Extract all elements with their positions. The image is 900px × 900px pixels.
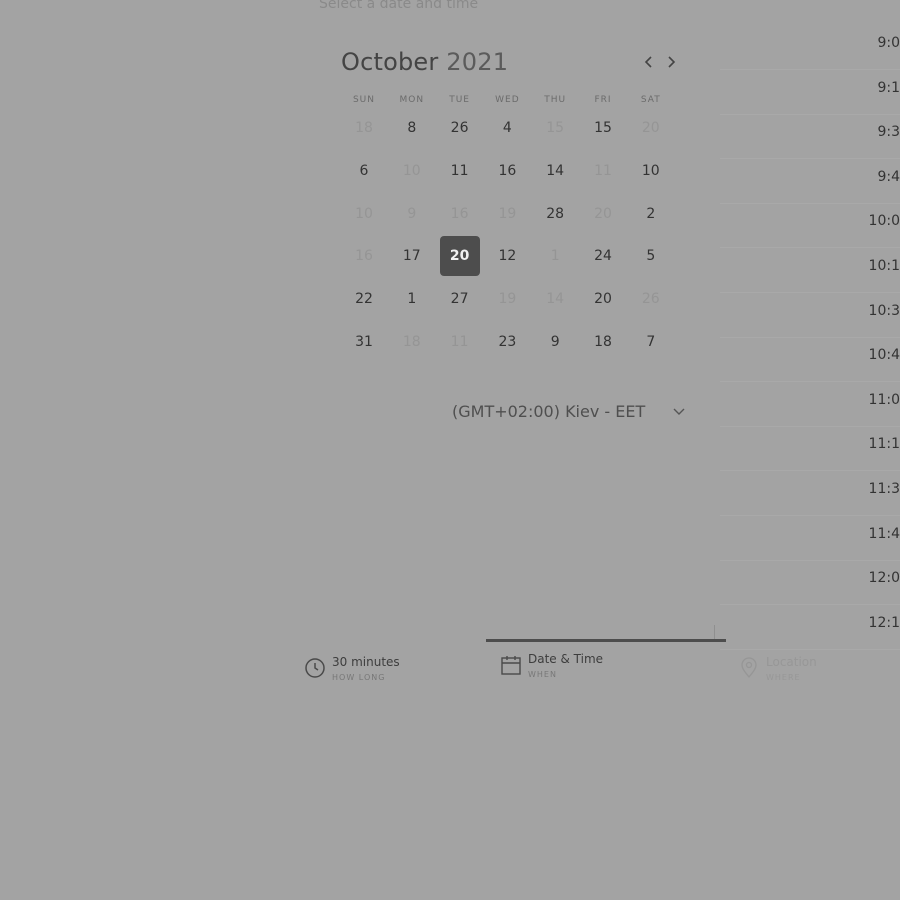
weekday-label: SUN	[352, 95, 376, 105]
day-cell: 20	[641, 120, 660, 136]
time-slot[interactable]: 11:3	[720, 471, 900, 516]
year-label: 2021	[446, 48, 509, 76]
day-cell[interactable]: 12	[487, 236, 527, 276]
time-slot-label: 12:0	[868, 570, 900, 587]
clock-icon	[305, 658, 325, 678]
weekday-label: FRI	[594, 95, 612, 105]
day-cell[interactable]: 23	[487, 322, 527, 362]
time-slot[interactable]: 10:0	[720, 203, 900, 249]
day-cell: 18	[402, 334, 421, 350]
day-cell: 16	[355, 248, 373, 265]
chevron-right-icon	[668, 56, 676, 68]
day-cell[interactable]: 16	[487, 151, 527, 191]
day-cell: 18	[355, 120, 373, 136]
time-slot[interactable]: 11:4	[720, 516, 900, 561]
time-slot[interactable]: 10:4	[720, 337, 900, 383]
time-slot-label: 9:4	[877, 168, 900, 185]
time-slot[interactable]: 9:3	[720, 114, 900, 160]
day-cell-selected[interactable]: 20	[439, 236, 480, 277]
time-slot[interactable]: 11:0	[720, 382, 900, 427]
step-duration-title: 30 minutes	[332, 655, 400, 669]
day-cell: 14	[546, 291, 565, 308]
weekday-label: TUE	[449, 95, 470, 105]
day-cell[interactable]: 2	[631, 194, 671, 234]
day-cell[interactable]: 7	[631, 322, 671, 362]
active-step-indicator	[486, 639, 726, 642]
step-location-sub: WHERE	[766, 673, 801, 682]
location-pin-icon	[741, 657, 757, 679]
day-cell[interactable]: 31	[344, 322, 384, 362]
day-cell[interactable]: 8	[392, 108, 432, 148]
day-cell[interactable]: 14	[535, 151, 575, 191]
weekday-label: THU	[544, 95, 567, 105]
day-cell: 1	[550, 248, 560, 265]
chevron-left-icon	[644, 56, 652, 68]
time-slot-label: 11:0	[868, 391, 900, 408]
select-date-time-heading: Select a date and time	[319, 0, 479, 12]
step-date-time-title: Date & Time	[528, 652, 604, 666]
time-slot-label: 10:3	[868, 302, 900, 319]
time-slot[interactable]: 12:1	[720, 605, 900, 650]
time-slot-label: 11:4	[868, 525, 900, 542]
day-cell: 20	[594, 205, 612, 222]
day-cell: 9	[407, 205, 417, 222]
day-cell[interactable]: 18	[583, 322, 623, 362]
time-slot-label: 10:4	[868, 347, 900, 364]
day-cell[interactable]: 26	[440, 108, 480, 148]
month-name: October	[341, 48, 439, 76]
day-cell: 11	[594, 162, 612, 179]
day-cell[interactable]: 9	[535, 322, 575, 362]
next-month-button[interactable]	[662, 52, 680, 72]
day-cell[interactable]: 1	[392, 279, 432, 319]
time-slot-label: 11:1	[868, 436, 900, 453]
day-cell[interactable]: 27	[440, 279, 480, 319]
timezone-selector[interactable]: (GMT+02:00) Kiev - EET	[452, 402, 645, 421]
time-slot-label: 12:1	[868, 614, 900, 631]
day-cell: 10	[402, 162, 421, 179]
time-slot-label: 9:3	[877, 124, 900, 141]
day-cell[interactable]: 4	[487, 108, 527, 148]
time-slot[interactable]: 10:3	[720, 293, 900, 338]
weekday-label: MON	[399, 95, 425, 105]
day-cell: 11	[450, 334, 469, 350]
time-slot-label: 11:3	[868, 481, 900, 497]
day-cell[interactable]: 24	[583, 236, 623, 276]
time-slot-label: 10:1	[868, 258, 900, 274]
day-cell[interactable]: 17	[392, 236, 432, 276]
day-cell: 19	[498, 205, 517, 222]
month-title: October 2021	[341, 48, 508, 76]
step-divider	[714, 625, 715, 640]
day-cell: 19	[498, 291, 517, 308]
step-date-time-sub: WHEN	[528, 670, 557, 679]
previous-month-button[interactable]	[640, 52, 658, 72]
time-slot[interactable]: 9:4	[720, 159, 900, 204]
time-slot[interactable]: 9:0	[720, 25, 900, 70]
weekday-label: WED	[495, 95, 520, 105]
day-cell[interactable]: 22	[344, 279, 384, 319]
time-slot[interactable]: 9:1	[720, 70, 900, 115]
day-cell[interactable]: 11	[440, 151, 480, 191]
day-cell: 15	[546, 120, 565, 136]
day-cell[interactable]: 5	[631, 236, 671, 276]
weekday-label: SAT	[640, 95, 661, 105]
time-slot-label: 9:0	[877, 35, 900, 51]
time-slot[interactable]: 11:1	[720, 426, 900, 472]
day-cell[interactable]: 28	[535, 194, 575, 234]
day-cell: 16	[450, 205, 469, 222]
day-cell[interactable]: 15	[583, 108, 623, 148]
time-slot-label: 10:0	[868, 213, 900, 230]
time-slot[interactable]: 12:0	[720, 560, 900, 606]
step-location-title: Location	[766, 655, 817, 669]
day-cell[interactable]: 20	[583, 279, 623, 319]
day-cell[interactable]: 6	[344, 151, 384, 191]
time-slot[interactable]: 10:1	[720, 248, 900, 293]
day-cell[interactable]: 10	[631, 151, 671, 191]
calendar-icon	[501, 656, 521, 675]
time-slot-label: 9:1	[877, 79, 900, 96]
day-cell: 26	[641, 291, 660, 308]
chevron-down-icon[interactable]	[671, 404, 687, 420]
step-duration-sub: HOW LONG	[332, 673, 386, 682]
day-cell: 10	[355, 205, 373, 222]
